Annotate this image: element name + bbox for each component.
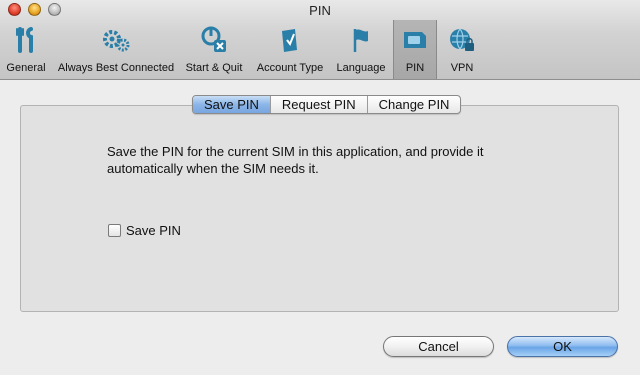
ok-button[interactable]: OK: [507, 336, 618, 357]
tab-segmented-control: Save PIN Request PIN Change PIN: [192, 95, 462, 114]
preferences-toolbar: General Always Best Connected Start & Qu…: [0, 20, 640, 80]
toolbar-item-general[interactable]: General: [4, 20, 48, 79]
description-line-2: automatically when the SIM needs it.: [107, 161, 319, 176]
toolbar-item-start-quit[interactable]: Start & Quit: [183, 20, 245, 79]
tab-request-pin[interactable]: Request PIN: [271, 96, 368, 113]
toolbar-label-pin: PIN: [405, 62, 425, 74]
tab-panel: [20, 105, 619, 312]
save-pin-checkbox-row[interactable]: Save PIN: [108, 223, 181, 238]
toolbar-item-vpn[interactable]: VPN: [442, 20, 482, 79]
tools-icon: [16, 27, 33, 53]
gears-icon: [103, 30, 130, 52]
sim-card-icon: [404, 32, 426, 48]
power-close-icon: [201, 26, 226, 52]
save-pin-description: Save the PIN for the current SIM in this…: [107, 143, 527, 177]
tab-save-pin[interactable]: Save PIN: [193, 96, 271, 113]
window-title: PIN: [309, 3, 331, 18]
flag-icon: [353, 29, 368, 52]
title-toolbar-area: PIN General Always Best Connected Start …: [0, 0, 640, 80]
toolbar-label-start-quit: Start & Quit: [185, 62, 243, 74]
globe-lock-icon: [450, 28, 474, 51]
tab-change-pin[interactable]: Change PIN: [368, 96, 461, 113]
toolbar-item-language[interactable]: Language: [335, 20, 387, 79]
toolbar-item-always-best-connected[interactable]: Always Best Connected: [58, 20, 174, 79]
toolbar-item-pin[interactable]: PIN: [393, 20, 437, 79]
cancel-button[interactable]: Cancel: [383, 336, 494, 357]
preferences-window: PIN General Always Best Connected Start …: [0, 0, 640, 375]
toolbar-label-account-type: Account Type: [256, 62, 324, 74]
save-pin-checkbox-label: Save PIN: [126, 223, 181, 238]
toolbar-item-account-type[interactable]: Account Type: [254, 20, 326, 79]
save-pin-checkbox[interactable]: [108, 224, 121, 237]
toolbar-label-language: Language: [336, 62, 386, 74]
toolbar-label-vpn: VPN: [450, 62, 474, 74]
account-icon: [282, 29, 297, 52]
description-line-1: Save the PIN for the current SIM in this…: [107, 144, 484, 159]
toolbar-label-general: General: [6, 62, 46, 74]
toolbar-label-always-best-connected: Always Best Connected: [57, 62, 175, 74]
